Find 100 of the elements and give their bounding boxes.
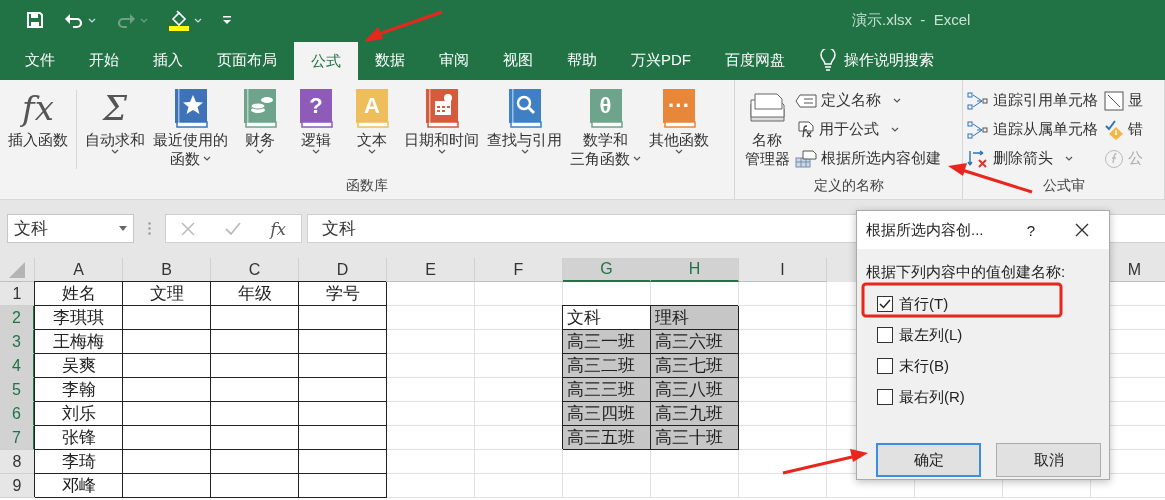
checkbox-label[interactable]: 最右列(R) xyxy=(899,387,965,407)
row-header[interactable]: 5 xyxy=(0,378,35,402)
column-header[interactable]: F xyxy=(475,258,563,282)
trace-arrows-icon xyxy=(967,119,989,140)
table-cell: 张锋 xyxy=(35,426,123,450)
ribbon-button[interactable]: 名称 管理器 xyxy=(739,84,795,177)
checkbox-label[interactable]: 首行(T) xyxy=(899,294,949,314)
ribbon-button[interactable]: Σ 自动求和 xyxy=(81,84,149,177)
ribbon-tab[interactable]: 百度网盘 xyxy=(708,40,802,80)
column-header[interactable]: H xyxy=(651,258,739,282)
dialog-prompt: 根据下列内容中的值创建名称: xyxy=(866,263,1066,282)
group-label: 函数库 xyxy=(345,177,389,195)
ribbon-button[interactable]: ? 逻辑 xyxy=(288,84,344,177)
group-label: 公式审 xyxy=(1041,177,1086,195)
checkbox-label[interactable]: 最左列(L) xyxy=(899,325,963,345)
table-cell: 学号 xyxy=(299,282,387,306)
row-header[interactable]: 1 xyxy=(0,282,35,306)
table-cell: 高三九班 xyxy=(651,402,739,426)
ribbon-tab[interactable]: 文件 xyxy=(8,40,72,80)
ribbon-command[interactable]: 追踪引用单元格 xyxy=(967,86,1098,115)
table-cell: 高三八班 xyxy=(651,378,739,402)
caret-icon xyxy=(119,226,127,231)
ribbon-tab[interactable]: 页面布局 xyxy=(200,40,294,80)
table-cell: 年级 xyxy=(211,282,299,306)
customize-icon[interactable] xyxy=(222,15,232,25)
insert-function-button[interactable]: fx xyxy=(270,218,287,239)
ribbon-tab[interactable]: 插入 xyxy=(136,40,200,80)
ribbon-command[interactable]: 删除箭头 xyxy=(967,144,1098,173)
ribbon-button[interactable]: θ 数学和 三角函数 xyxy=(566,84,645,177)
ribbon-command[interactable]: 用于公式 xyxy=(795,115,941,144)
lightbulb-icon[interactable] xyxy=(820,49,836,71)
caret-icon xyxy=(893,98,902,103)
table-cell: 邓峰 xyxy=(35,474,123,498)
checkbox[interactable] xyxy=(877,327,893,343)
table-cell: 高三二班 xyxy=(563,354,651,378)
ribbon-tab[interactable]: 公式 xyxy=(294,42,358,80)
ribbon-command[interactable]: 定义名称 xyxy=(795,86,941,115)
table-cell: 王梅梅 xyxy=(35,330,123,354)
row-header[interactable]: 4 xyxy=(0,354,35,378)
caret-icon xyxy=(368,149,376,154)
fill-color-icon[interactable] xyxy=(168,9,190,31)
table-cell: 李琪琪 xyxy=(35,306,123,330)
table-cell: 高三五班 xyxy=(563,426,651,450)
close-icon[interactable] xyxy=(1075,223,1089,237)
row-header[interactable]: 6 xyxy=(0,402,35,426)
row-header[interactable]: 8 xyxy=(0,450,35,474)
name-box[interactable]: 文科 xyxy=(7,214,134,243)
function-icon: Σ xyxy=(102,88,127,128)
warning-icon xyxy=(1104,119,1124,140)
ribbon-button[interactable]: 查找与引用 xyxy=(483,84,566,177)
ribbon-command[interactable]: 错 xyxy=(1104,115,1143,144)
ribbon-button[interactable]: 最近使用的 函数 xyxy=(149,84,232,177)
caret-icon xyxy=(1065,156,1074,161)
function-circle-icon xyxy=(1104,148,1124,169)
row-header[interactable]: 2 xyxy=(0,306,35,330)
row-header[interactable]: 7 xyxy=(0,426,35,450)
table-cell: 李琦 xyxy=(35,450,123,474)
checkbox[interactable] xyxy=(877,358,893,374)
column-header[interactable]: I xyxy=(739,258,827,282)
ribbon-tab[interactable]: 万兴PDF xyxy=(614,40,708,80)
column-header[interactable]: E xyxy=(387,258,475,282)
column-header[interactable]: A xyxy=(35,258,123,282)
table-cell: 文科 xyxy=(563,306,651,330)
row-header[interactable]: 9 xyxy=(0,474,35,498)
ribbon-button[interactable]: fx 插入函数 xyxy=(4,84,72,177)
checkbox-label[interactable]: 末行(B) xyxy=(899,356,949,376)
ribbon-button[interactable]: 日期和时间 xyxy=(400,84,483,177)
dialog-button[interactable]: 取消 xyxy=(996,443,1101,477)
table-cell: 高三四班 xyxy=(563,402,651,426)
checkbox[interactable] xyxy=(877,296,893,312)
function-icon: fx xyxy=(22,88,54,128)
ribbon-command[interactable]: 根据所选内容创建 xyxy=(795,144,941,173)
tag-icon xyxy=(795,93,817,108)
ribbon-command[interactable]: 追踪从属单元格 xyxy=(967,115,1098,144)
ribbon-tab[interactable]: 审阅 xyxy=(422,40,486,80)
tell-me-search[interactable]: 操作说明搜索 xyxy=(844,50,934,70)
row-header[interactable]: 3 xyxy=(0,330,35,354)
ribbon-tab[interactable]: 视图 xyxy=(486,40,550,80)
table-cell: 高三三班 xyxy=(563,378,651,402)
column-header[interactable]: G xyxy=(563,258,651,282)
grip-icon xyxy=(148,222,151,235)
column-header[interactable]: B xyxy=(123,258,211,282)
ribbon-button[interactable]: 财务 xyxy=(232,84,288,177)
help-button[interactable]: ? xyxy=(1026,221,1035,239)
ribbon-tab[interactable]: 数据 xyxy=(358,40,422,80)
ribbon-button[interactable]: A 文本 xyxy=(344,84,400,177)
dialog-button[interactable]: 确定 xyxy=(876,443,981,477)
caret-icon xyxy=(256,149,264,154)
caret-icon xyxy=(437,149,446,154)
table-cell: 理科 xyxy=(651,306,739,330)
ribbon-tab[interactable]: 帮助 xyxy=(550,40,614,80)
caret-icon xyxy=(520,149,529,154)
column-header[interactable]: C xyxy=(211,258,299,282)
ribbon-tab[interactable]: 开始 xyxy=(72,40,136,80)
save-icon[interactable] xyxy=(26,11,44,29)
checkbox[interactable] xyxy=(877,389,893,405)
table-cell: 吴爽 xyxy=(35,354,123,378)
ribbon-button[interactable]: ··· 其他函数 xyxy=(645,84,713,177)
ribbon-command[interactable]: 显 xyxy=(1104,86,1143,115)
column-header[interactable]: D xyxy=(299,258,387,282)
